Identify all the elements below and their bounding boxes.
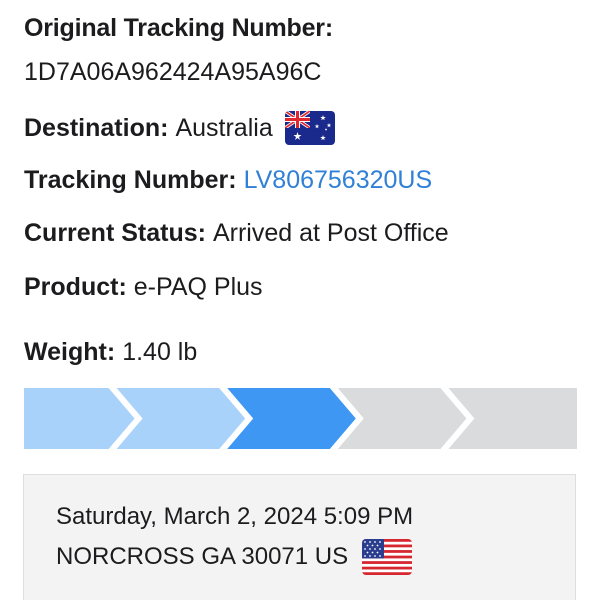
progress-step-1 bbox=[24, 388, 135, 449]
event-location-row: NORCROSS GA 30071 US bbox=[56, 539, 413, 575]
product-row: Product: e-PAQ Plus bbox=[24, 273, 263, 302]
destination-value: Australia bbox=[175, 113, 273, 142]
destination-row: Destination: Australia bbox=[24, 111, 335, 145]
usa-flag-icon bbox=[362, 539, 413, 575]
progress-step-3 bbox=[227, 388, 356, 449]
tracking-detail-page: Original Tracking Number: 1D7A06A962424A… bbox=[0, 0, 600, 600]
progress-step-2 bbox=[116, 388, 246, 449]
australia-flag-icon bbox=[284, 111, 335, 145]
original-tracking-title: Original Tracking Number: bbox=[24, 14, 333, 42]
tracking-number-label: Tracking Number: bbox=[24, 166, 237, 194]
event-location: NORCROSS GA 30071 US bbox=[56, 543, 349, 570]
product-label: Product: bbox=[24, 273, 127, 301]
progress-step-5 bbox=[448, 388, 577, 449]
tracking-number-row: Tracking Number: LV806756320US bbox=[24, 166, 432, 195]
current-status-value: Arrived at Post Office bbox=[212, 219, 449, 247]
weight-label: Weight: bbox=[24, 338, 116, 366]
product-value: e-PAQ Plus bbox=[133, 273, 263, 301]
original-tracking-number: 1D7A06A962424A95A96C bbox=[24, 58, 322, 86]
current-status-label: Current Status: bbox=[24, 219, 206, 247]
event-datetime: Saturday, March 2, 2024 5:09 PM bbox=[56, 503, 414, 530]
weight-row: Weight: 1.40 lb bbox=[24, 338, 197, 367]
progress-step-4 bbox=[337, 388, 467, 449]
tracking-event-card: Saturday, March 2, 2024 5:09 PM NORCROSS… bbox=[23, 474, 576, 600]
current-status-row: Current Status: Arrived at Post Office bbox=[24, 219, 449, 248]
shipment-progress-bar bbox=[24, 388, 577, 449]
destination-label: Destination: bbox=[24, 113, 169, 142]
weight-value: 1.40 lb bbox=[122, 338, 198, 366]
tracking-number-link[interactable]: LV806756320US bbox=[244, 166, 433, 195]
